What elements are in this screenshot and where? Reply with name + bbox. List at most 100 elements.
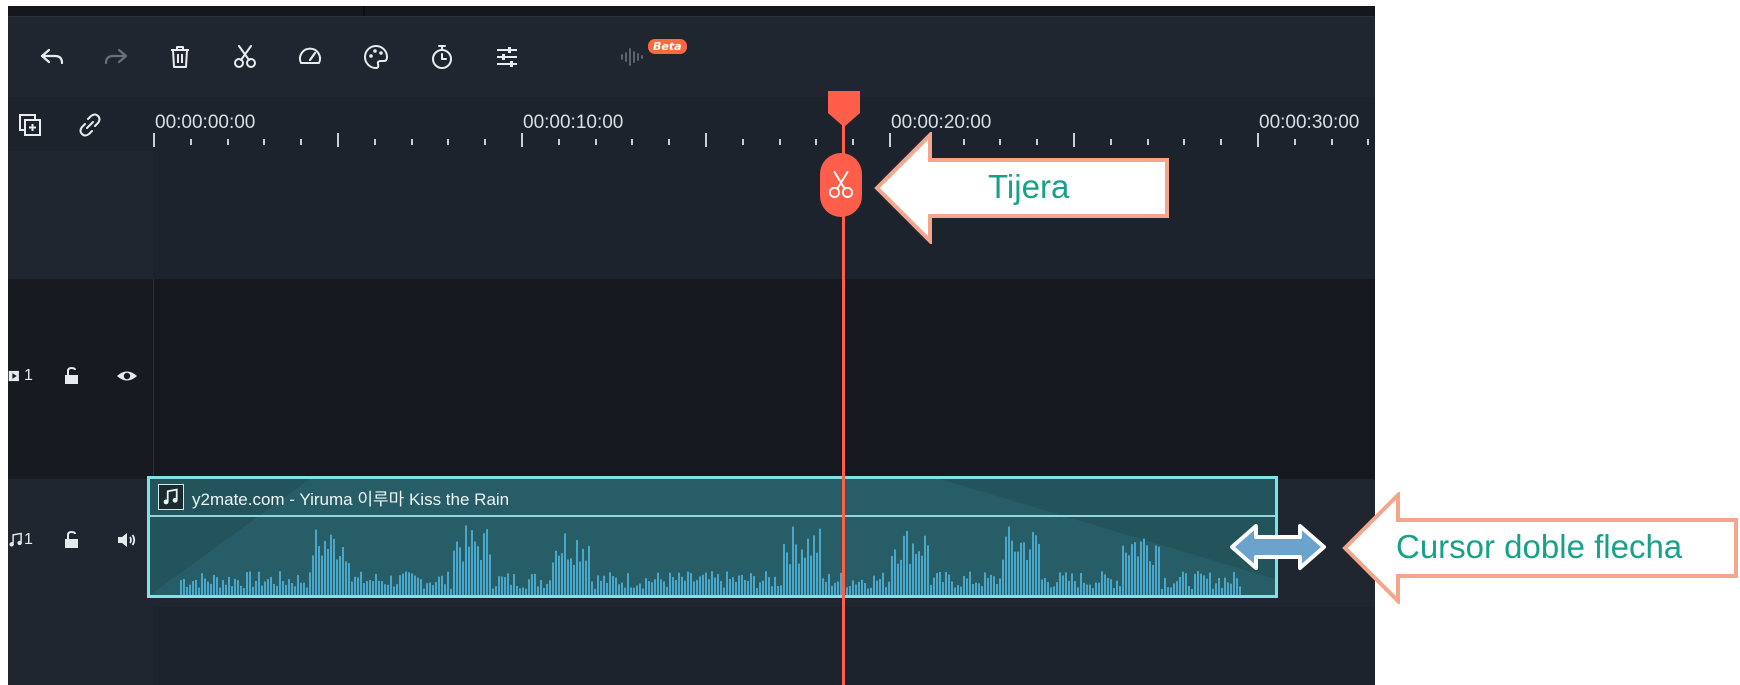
audio-stretch-button[interactable]	[614, 39, 650, 75]
ruler-tick	[705, 133, 707, 147]
audio-lock-button[interactable]	[61, 529, 83, 551]
waveform-bar	[1164, 577, 1166, 595]
undo-button[interactable]	[34, 39, 70, 75]
waveform-bar	[1167, 587, 1169, 595]
waveform-bar	[363, 583, 365, 595]
waveform-bar	[339, 556, 341, 595]
waveform-bar	[1173, 583, 1175, 595]
duration-button[interactable]	[424, 39, 460, 75]
waveform-bar	[399, 575, 401, 595]
playhead-handle[interactable]	[826, 91, 862, 127]
redo-button[interactable]	[98, 39, 134, 75]
delete-button[interactable]	[162, 39, 198, 75]
waveform-bar	[624, 587, 626, 595]
waveform-bar	[684, 580, 686, 595]
waveform-bar	[1170, 587, 1172, 595]
waveform-bar	[378, 580, 380, 595]
link-button[interactable]	[72, 107, 108, 143]
undo-icon	[40, 48, 64, 65]
waveform-bar	[1110, 579, 1112, 595]
speed-button[interactable]	[292, 39, 328, 75]
waveform-bar	[903, 535, 905, 595]
waveform-bar	[732, 577, 734, 595]
waveform-bar	[768, 577, 770, 595]
audio-waveform	[180, 525, 1241, 595]
waveform-bar	[864, 583, 866, 595]
waveform-bar	[723, 587, 725, 595]
waveform-bar	[1227, 582, 1229, 595]
audio-mute-button[interactable]	[116, 529, 138, 551]
waveform-bar	[441, 575, 443, 595]
waveform-bar	[774, 576, 776, 595]
ruler-tick	[189, 139, 192, 145]
palette-icon	[364, 44, 389, 70]
video-visibility-button[interactable]	[116, 365, 138, 387]
video-track-icon	[8, 370, 19, 382]
waveform-bar	[495, 586, 497, 595]
empty-track-area-bottom	[153, 607, 1375, 685]
waveform-bar	[882, 572, 884, 595]
waveform-bar	[960, 586, 962, 595]
sliders-icon	[497, 47, 517, 67]
waveform-bar	[285, 584, 287, 595]
waveform-bar	[720, 581, 722, 595]
waveform-bar	[582, 548, 584, 595]
video-lock-button[interactable]	[61, 365, 83, 387]
waveform-bar	[330, 534, 332, 595]
waveform-bar	[504, 577, 506, 595]
waveform-bar	[258, 571, 260, 595]
waveform-bar	[780, 585, 782, 595]
timecode-ruler[interactable]: 00:00:00:00 00:00:10:00 00:00:20:00 00:0…	[153, 97, 1375, 151]
waveform-bar	[735, 581, 737, 595]
waveform-bar	[681, 576, 683, 595]
waveform-bar	[807, 538, 809, 595]
ruler-controls	[8, 97, 153, 151]
split-scissors-marker[interactable]	[820, 153, 862, 217]
waveform-bar	[867, 588, 869, 595]
waveform-bar	[1098, 582, 1100, 595]
waveform-bar	[936, 573, 938, 595]
waveform-bar	[201, 573, 203, 595]
waveform-bar	[897, 563, 899, 595]
waveform-bar	[429, 582, 431, 595]
split-button[interactable]	[227, 39, 263, 75]
waveform-bar	[1203, 575, 1205, 595]
waveform-bar	[1077, 587, 1079, 595]
ruler-tick	[153, 133, 155, 147]
waveform-bar	[1068, 580, 1070, 595]
waveform-bar	[1143, 538, 1145, 595]
color-button[interactable]	[358, 39, 394, 75]
waveform-bar	[498, 576, 500, 595]
waveform-bar	[726, 571, 728, 595]
waveform-bar	[183, 578, 185, 595]
waveform-bar	[942, 582, 944, 595]
waveform-bar	[438, 576, 440, 595]
waveform-bar	[1029, 549, 1031, 595]
add-track-button[interactable]	[12, 107, 48, 143]
waveform-bar	[870, 587, 872, 595]
panel-divider[interactable]	[363, 6, 365, 16]
waveform-bar	[846, 587, 848, 595]
waveform-bar	[645, 578, 647, 595]
waveform-bar	[528, 579, 530, 595]
waveform-bar	[510, 584, 512, 595]
waveform-bar	[222, 580, 224, 595]
audio-clip[interactable]: y2mate.com - Yiruma 이루마 Kiss the Rain	[147, 476, 1278, 598]
waveform-bar	[336, 559, 338, 595]
waveform-bar	[810, 555, 812, 595]
waveform-bar	[1212, 588, 1214, 595]
waveform-bar	[609, 572, 611, 595]
waveform-bar	[327, 548, 329, 595]
waveform-bar	[315, 529, 317, 595]
waveform-bar	[1035, 535, 1037, 595]
ruler-tick	[410, 139, 413, 145]
ruler-tick	[594, 139, 597, 145]
adjust-button[interactable]	[489, 39, 525, 75]
waveform-bar	[357, 577, 359, 595]
waveform-bar	[1119, 586, 1121, 595]
waveform-bar	[945, 571, 947, 595]
stopwatch-icon	[432, 45, 452, 69]
waveform-bar	[921, 555, 923, 595]
waveform-bar	[300, 582, 302, 595]
waveform-bar	[1128, 555, 1130, 595]
